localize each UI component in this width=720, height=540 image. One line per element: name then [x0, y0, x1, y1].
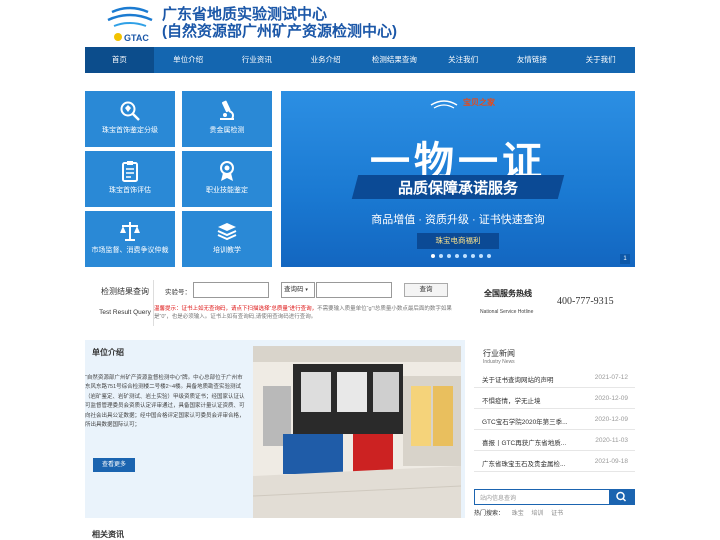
service-label: 贵金属检测	[209, 127, 245, 134]
search-icon	[616, 491, 627, 502]
about-more-button[interactable]: 查看更多	[93, 458, 135, 472]
site-search-button[interactable]	[609, 490, 634, 504]
news-item-title: 广东省珠宝玉石及贵金属检...	[482, 461, 566, 468]
lab-number-input[interactable]	[193, 282, 269, 298]
banner-dot[interactable]	[455, 254, 459, 258]
news-item[interactable]: 不惧疫情，学无止境 2020-12-09	[474, 389, 635, 409]
banner-dot[interactable]	[431, 254, 435, 258]
banner-dot[interactable]	[471, 254, 475, 258]
service-label: 市场监督、消费争议仲裁	[91, 247, 169, 254]
site-title-line1: 广东省地质实验测试中心	[162, 6, 328, 23]
banner-dot[interactable]	[487, 254, 491, 258]
chevron-down-icon: ▾	[305, 287, 308, 293]
banner-brand: 宝贝之家	[463, 98, 495, 107]
hot-search: 热门搜索： 珠宝 培训 证书	[474, 508, 569, 517]
service-label: 职业技能鉴定	[206, 187, 248, 194]
service-tile-arbitration[interactable]: 市场监督、消费争议仲裁	[85, 211, 175, 267]
service-label: 培训教学	[213, 247, 241, 254]
news-item-title: 关于证书查询网站的声明	[482, 377, 554, 384]
banner-dot[interactable]	[479, 254, 483, 258]
award-medal-icon	[220, 161, 234, 181]
news-item[interactable]: 关于证书查询网站的声明 2021-07-12	[474, 368, 635, 388]
related-title: 相关资讯	[92, 530, 124, 539]
about-text: “自然资源部广州矿产资源监督检测中心”牌。中心总部位于广州市东风东路751号综合…	[85, 375, 245, 429]
banner-dot[interactable]	[447, 254, 451, 258]
service-tile-training[interactable]: 培训教学	[182, 211, 272, 267]
nav-about[interactable]: 单位介绍	[154, 47, 223, 73]
news-item-date: 2020-12-09	[594, 395, 628, 402]
service-tile-jewelry-appraisal[interactable]: 珠宝首饰评估	[85, 151, 175, 207]
news-item[interactable]: GTC宝石学院2020年第三季... 2020-12-09	[474, 410, 635, 430]
site-title: 广东省地质实验测试中心 (自然资源部广州矿产资源检测中心)	[162, 6, 397, 40]
magnifier-diamond-icon	[120, 101, 140, 121]
banner-page-indicator[interactable]: 1	[620, 254, 630, 264]
microscope-icon	[220, 100, 234, 120]
site-title-line2: (自然资源部广州矿产资源检测中心)	[162, 23, 397, 40]
hotline-subtitle: National Service Hotline	[480, 309, 534, 315]
hotline-number[interactable]: 400-777-9315	[557, 296, 614, 307]
hot-search-label: 热门搜索：	[474, 511, 505, 517]
site-search-placeholder: 站内信息查询	[480, 496, 517, 502]
news-item-date: 2021-07-12	[594, 374, 628, 381]
banner-dot[interactable]	[463, 254, 467, 258]
clipboard-icon	[122, 161, 138, 182]
nav-home[interactable]: 首页	[85, 47, 154, 73]
news-item-date: 2020-11-03	[595, 437, 628, 444]
gtac-logo[interactable]: GTAC	[104, 6, 156, 44]
news-item-date: 2020-12-09	[594, 416, 628, 423]
hot-word[interactable]: 培训	[531, 511, 543, 517]
about-title: 单位介绍	[92, 348, 124, 357]
banner-strip-text: 品质保障承诺服务	[397, 180, 518, 197]
nav-result-query[interactable]: 检测结果查询	[360, 47, 429, 73]
books-icon	[217, 223, 237, 241]
hotline-title: 全国服务热线	[484, 289, 532, 298]
service-label: 珠宝首饰鉴定分级	[102, 127, 158, 134]
nav-follow-us[interactable]: 关注我们	[429, 47, 498, 73]
news-item-title: GTC宝石学院2020年第三季...	[482, 419, 568, 426]
service-tile-precious-metal[interactable]: 贵金属检测	[182, 91, 272, 147]
query-tip-warning: 温馨提示：证书上如无查询码，请点下扫描选择“总质量”进行查询，	[154, 306, 318, 312]
nav-links[interactable]: 友情链接	[498, 47, 567, 73]
news-subtitle: Industry News	[483, 359, 515, 365]
banner-pagination	[431, 254, 491, 258]
news-item[interactable]: 喜报丨GTC再获广东省地质... 2020-11-03	[474, 431, 635, 451]
news-title: 行业新闻	[483, 349, 515, 358]
service-tile-jewelry-grading[interactable]: 珠宝首饰鉴定分级	[85, 91, 175, 147]
news-item-date: 2021-09-18	[594, 458, 628, 465]
service-label: 珠宝首饰评估	[109, 187, 151, 194]
hot-word[interactable]: 证书	[551, 511, 563, 517]
main-nav: 首页 单位介绍 行业资讯 业务介绍 检测结果查询 关注我们 友情链接 关于我们	[85, 47, 635, 73]
banner-gtc-logo	[430, 100, 458, 109]
hot-word[interactable]: 珠宝	[512, 511, 524, 517]
news-item-title: 喜报丨GTC再获广东省地质...	[482, 440, 567, 447]
scales-icon	[120, 222, 140, 241]
query-type-select[interactable]: 查询码 ▾	[281, 282, 315, 298]
promo-banner[interactable]: 宝贝之家 一物一证 品质保障承诺服务 商品增值 · 资质升级 · 证书快速查询 …	[281, 91, 635, 267]
nav-business[interactable]: 业务介绍	[291, 47, 360, 73]
banner-subline: 商品增值 · 资质升级 · 证书快速查询	[371, 214, 545, 226]
service-tile-skill-assessment[interactable]: 职业技能鉴定	[182, 151, 272, 207]
query-type-value: 查询码	[284, 286, 304, 293]
logo-text: GTAC	[124, 33, 149, 43]
news-item[interactable]: 广东省珠宝玉石及贵金属检... 2021-09-18	[474, 452, 635, 472]
query-tip: 温馨提示：证书上如无查询码，请点下扫描选择“总质量”进行查询，不需要输入质量单位…	[154, 305, 464, 321]
banner-tag: 珠宝电商福利	[417, 233, 499, 249]
office-photo	[253, 346, 461, 518]
query-field-label: 实验号：	[165, 289, 191, 296]
banner-dot[interactable]	[439, 254, 443, 258]
news-item-title: 不惧疫情，学无止境	[482, 398, 541, 405]
nav-industry-news[interactable]: 行业资讯	[223, 47, 292, 73]
query-button[interactable]: 查询	[404, 283, 448, 297]
query-code-input[interactable]	[316, 282, 392, 298]
nav-about-us[interactable]: 关于我们	[566, 47, 635, 73]
